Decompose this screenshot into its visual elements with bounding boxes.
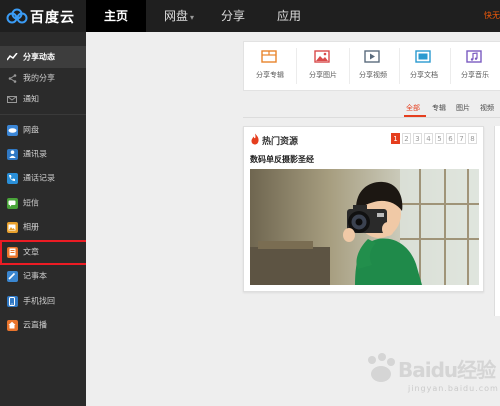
resource-title-link[interactable]: 数码单反摄影圣经 xyxy=(250,154,314,165)
cloud-logo-icon xyxy=(6,8,28,24)
activity-icon xyxy=(6,51,18,63)
sidebar-item-my-shares[interactable]: 我的分享 xyxy=(0,67,86,89)
sidebar-item-find-phone[interactable]: 手机找回 xyxy=(0,290,86,312)
filter-divider xyxy=(243,117,500,118)
sidebar-item-notepad[interactable]: 记事本 xyxy=(0,265,86,287)
share-album-label: 分享专辑 xyxy=(256,71,284,79)
watermark-url: jingyan.baidu.com xyxy=(408,384,499,393)
nav-netdisk-label: 网盘 xyxy=(163,9,188,23)
contacts-icon xyxy=(6,148,18,160)
find-phone-icon xyxy=(6,295,18,307)
sidebar-item-activity[interactable]: 分享动态 xyxy=(0,46,86,68)
share-image-button[interactable]: 分享图片 xyxy=(297,42,349,90)
quick-share-toolbar: 分享专辑 分享图片 分享视频 分享文档 分享音乐 xyxy=(243,41,500,91)
sidebar-divider xyxy=(0,114,86,115)
live-icon xyxy=(6,319,18,331)
baidu-jingyan-watermark: Baidu经验 jingyan.baidu.com xyxy=(360,350,500,406)
photo-child-with-camera xyxy=(250,169,479,285)
top-navbar: 百度云 主页 网盘 ▾ 分享 应用 快无 xyxy=(0,0,500,32)
page-button[interactable]: 8 xyxy=(468,133,477,144)
nav-apps-label: 应用 xyxy=(276,9,301,23)
sidebar-item-label: 我的分享 xyxy=(23,73,55,83)
page-button[interactable]: 1 xyxy=(391,133,400,144)
sidebar-item-album[interactable]: 相册 xyxy=(0,216,86,238)
pagination: 1 2 3 4 5 6 7 8 xyxy=(391,133,477,144)
share-music-button[interactable]: 分享音乐 xyxy=(449,42,500,90)
sidebar-item-label: 记事本 xyxy=(23,271,47,281)
share-doc-button[interactable]: 分享文档 xyxy=(398,42,450,90)
nav-home[interactable]: 主页 xyxy=(86,0,146,32)
sidebar: 分享动态 我的分享 通知 网盘 通讯录 通话记录 短信 相册 文章 记事本 手机… xyxy=(0,32,86,406)
sidebar-item-label: 通知 xyxy=(23,94,39,104)
sidebar-item-sms[interactable]: 短信 xyxy=(0,192,86,214)
sidebar-item-label: 通话记录 xyxy=(23,173,55,183)
sidebar-item-contacts[interactable]: 通讯录 xyxy=(0,143,86,165)
album-icon xyxy=(6,221,18,233)
cloud-drive-icon xyxy=(6,124,18,136)
resource-photo[interactable] xyxy=(250,169,479,285)
baidu-cloud-logo[interactable]: 百度云 xyxy=(0,0,86,32)
sidebar-item-label: 相册 xyxy=(23,222,39,232)
chevron-down-icon: ▾ xyxy=(190,13,195,22)
nav-apps[interactable]: 应用 xyxy=(266,0,312,32)
share-video-label: 分享视频 xyxy=(359,71,387,79)
image-share-icon xyxy=(314,50,330,63)
share-video-button[interactable]: 分享视频 xyxy=(347,42,399,90)
paw-watermark-icon xyxy=(368,353,395,382)
sidebar-item-call-log[interactable]: 通话记录 xyxy=(0,167,86,189)
video-share-icon xyxy=(364,50,380,63)
notepad-icon xyxy=(6,270,18,282)
page-button[interactable]: 4 xyxy=(424,133,433,144)
nav-share[interactable]: 分享 xyxy=(210,0,256,32)
logo-text: 百度云 xyxy=(30,10,75,26)
card-title: 热门资源 xyxy=(262,137,299,147)
share-image-label: 分享图片 xyxy=(309,71,337,79)
page-button[interactable]: 7 xyxy=(457,133,466,144)
sms-icon xyxy=(6,197,18,209)
sidebar-item-netdisk[interactable]: 网盘 xyxy=(0,119,86,141)
sidebar-item-label: 分享动态 xyxy=(23,52,55,62)
sidebar-item-label: 手机找回 xyxy=(23,296,55,306)
sidebar-item-notifications[interactable]: 通知 xyxy=(0,88,86,110)
share-doc-label: 分享文档 xyxy=(410,71,438,79)
sidebar-item-label: 云直播 xyxy=(23,320,47,330)
share-album-button[interactable]: 分享专辑 xyxy=(244,42,296,90)
filter-active-underline xyxy=(404,115,426,117)
nav-netdisk[interactable]: 网盘 ▾ xyxy=(150,0,208,32)
sidebar-item-label: 通讯录 xyxy=(23,149,47,159)
top-right-link[interactable]: 快无 xyxy=(484,10,500,21)
music-share-icon xyxy=(466,50,482,63)
share-icon xyxy=(6,72,18,84)
doc-share-icon xyxy=(415,50,431,63)
album-share-icon xyxy=(261,50,277,63)
page-button[interactable]: 2 xyxy=(402,133,411,144)
sidebar-item-live[interactable]: 云直播 xyxy=(0,314,86,336)
article-highlight-box xyxy=(0,240,96,265)
sidebar-item-label: 网盘 xyxy=(23,125,39,135)
hot-resources-card: 热门资源 1 2 3 4 5 6 7 8 数码单反摄影圣经 xyxy=(243,126,484,292)
filter-image[interactable]: 图片 xyxy=(456,103,470,113)
nav-home-label: 主页 xyxy=(103,9,128,23)
page-button[interactable]: 5 xyxy=(435,133,444,144)
watermark-text: Baidu经验 xyxy=(398,358,496,382)
filter-album[interactable]: 专辑 xyxy=(432,103,446,113)
nav-share-label: 分享 xyxy=(220,9,245,23)
share-music-label: 分享音乐 xyxy=(461,71,489,79)
right-side-panel xyxy=(494,126,500,316)
page-button[interactable]: 3 xyxy=(413,133,422,144)
filter-video[interactable]: 视频 xyxy=(480,103,494,113)
sidebar-item-label: 短信 xyxy=(23,198,39,208)
mail-icon xyxy=(6,93,18,105)
page-button[interactable]: 6 xyxy=(446,133,455,144)
call-log-icon xyxy=(6,172,18,184)
flame-icon xyxy=(251,133,259,145)
filter-all[interactable]: 全部 xyxy=(406,103,420,113)
